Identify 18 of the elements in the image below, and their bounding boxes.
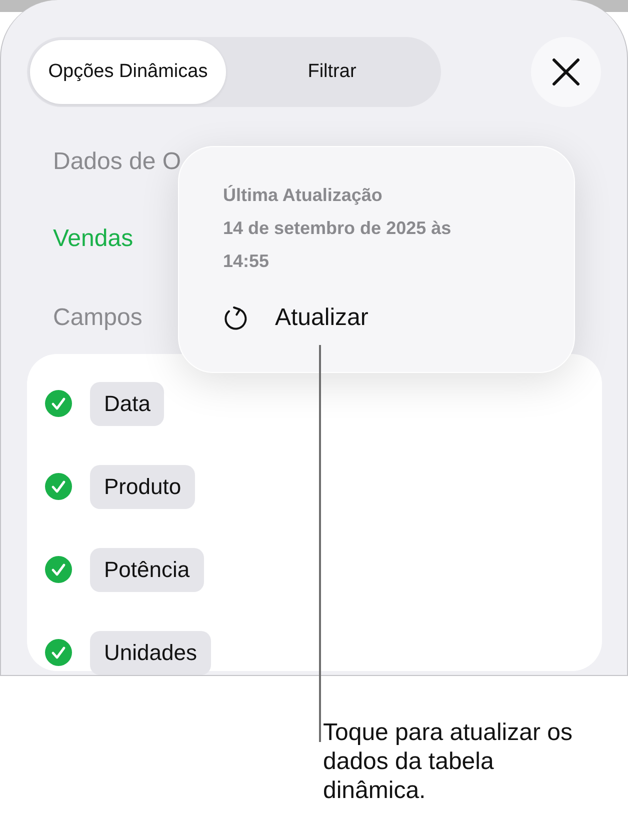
section-heading: Dados de O [53,147,182,177]
field-token[interactable]: Data [90,382,164,426]
refresh-icon [223,305,249,331]
checkmark-icon[interactable] [45,639,72,666]
refresh-button[interactable]: Atualizar [223,304,368,332]
tab[interactable]: Opções Dinâmicas [30,40,226,104]
field-token[interactable]: Unidades [90,630,211,674]
checkmark-icon[interactable] [45,473,72,500]
callout-text: Toque para atualizar os dados da tabela dinâmica. [323,718,574,805]
checkmark-icon[interactable] [45,556,72,583]
last-update-timestamp: 14 de setembro de 2025 às 14:55 [223,217,452,273]
popover-title: Última Atualização [223,184,384,207]
tab[interactable]: Filtrar [226,40,438,104]
field-token[interactable]: Potência [90,548,204,592]
field-token[interactable]: Produto [90,464,196,508]
checkmark-icon[interactable] [45,390,72,417]
section-heading: Campos [53,303,142,333]
close-icon [552,58,580,86]
